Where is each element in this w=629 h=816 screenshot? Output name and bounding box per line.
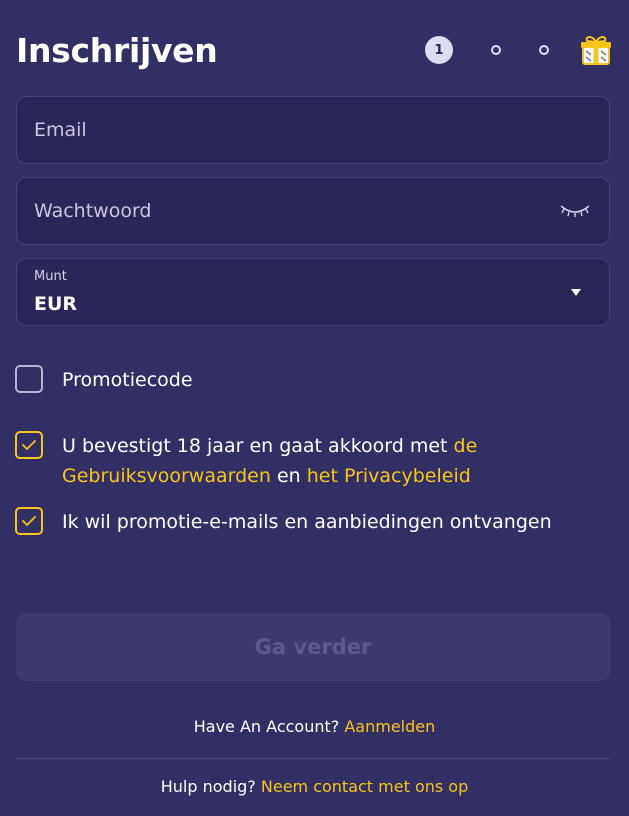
currency-select[interactable]: Munt EUR [16, 258, 610, 326]
marketing-label: Ik wil promotie-e-mails en aanbiedingen … [62, 511, 552, 533]
account-text: Have An Account? [193, 717, 345, 736]
help-text: Hulp nodig? [160, 777, 261, 796]
promo-code-checkbox[interactable] [15, 365, 43, 393]
currency-value: EUR [34, 293, 78, 315]
marketing-checkbox[interactable] [15, 507, 43, 535]
login-link[interactable]: Aanmelden [344, 717, 435, 736]
page-title: Inschrijven [16, 30, 218, 70]
promo-code-label: Promotiecode [62, 369, 193, 391]
step-indicator: 1 [425, 33, 613, 67]
gift-icon [581, 36, 611, 65]
check-icon [22, 440, 36, 450]
caret-down-icon [571, 289, 581, 296]
currency-label: Munt [34, 269, 67, 284]
password-input[interactable] [34, 178, 554, 244]
check-icon [22, 516, 36, 526]
help-prompt: Hulp nodig? Neem contact met ons op [0, 777, 629, 796]
contact-link[interactable]: Neem contact met ons op [261, 777, 468, 796]
marketing-row: Ik wil promotie-e-mails en aanbiedingen … [15, 507, 552, 537]
terms-row: U bevestigt 18 jaar en gaat akkoord met … [15, 431, 605, 491]
email-input[interactable] [34, 97, 554, 163]
privacy-policy-link[interactable]: het Privacybeleid [307, 465, 471, 487]
terms-text-part-1: U bevestigt 18 jaar en gaat akkoord met [62, 435, 454, 457]
terms-checkbox[interactable] [15, 431, 43, 459]
account-prompt: Have An Account? Aanmelden [0, 717, 629, 736]
eye-closed-icon[interactable] [559, 200, 591, 222]
promo-code-row: Promotiecode [15, 365, 193, 395]
email-field-container [16, 96, 610, 164]
step-1-active: 1 [425, 36, 453, 64]
password-field-container [16, 177, 610, 245]
signup-header: Inschrijven 1 [16, 28, 613, 72]
step-3-dot [539, 45, 549, 55]
terms-text: U bevestigt 18 jaar en gaat akkoord met … [62, 431, 605, 491]
continue-button[interactable]: Ga verder [16, 613, 610, 681]
footer-divider [16, 758, 610, 759]
step-2-dot [491, 45, 501, 55]
terms-text-part-2: en [270, 465, 307, 487]
